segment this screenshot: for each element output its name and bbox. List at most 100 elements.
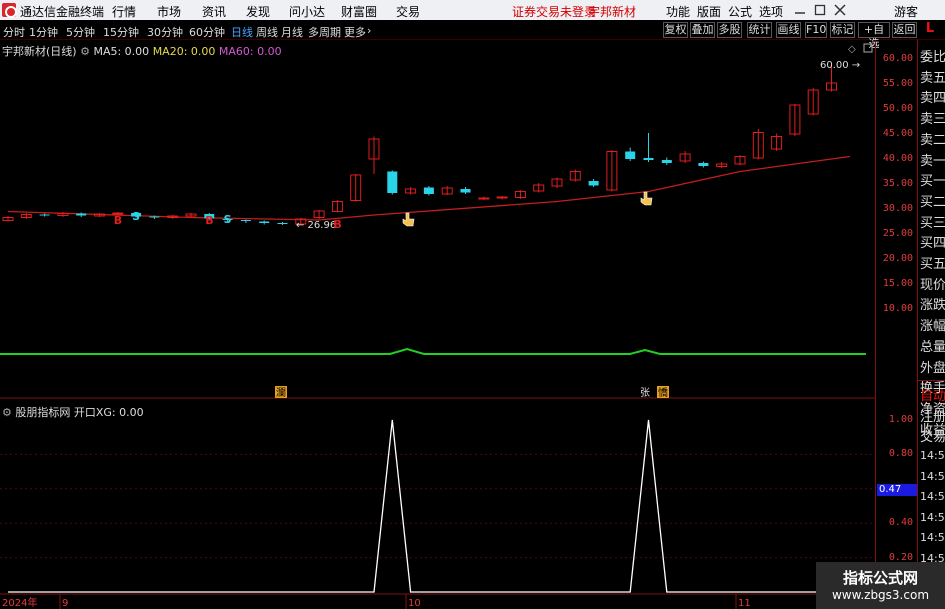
- menu-news[interactable]: 资讯: [202, 3, 226, 20]
- y-tick-label: 0.20: [888, 551, 913, 563]
- ma5-label: MA5: 0.00: [93, 45, 150, 58]
- ma60-label: MA60: 0.00: [218, 45, 282, 58]
- hand-pointer-icon: [402, 212, 415, 227]
- stock-name-title: 宇邦新材: [588, 5, 637, 19]
- watermark-title: 指标公式网: [842, 569, 918, 587]
- tab-60min[interactable]: 60分钟: [189, 24, 225, 40]
- x-label-month: 10: [408, 598, 421, 609]
- buy-marker: B: [205, 214, 213, 227]
- x-label-year: 2024年: [2, 596, 37, 609]
- candle-down: [643, 158, 654, 160]
- candle-down: [387, 171, 398, 193]
- current-value-tag: 0.47: [877, 484, 917, 496]
- signal-marker: 憍: [658, 386, 668, 399]
- btn-add-watch[interactable]: +自选: [858, 22, 890, 50]
- quote-field-label: 涨幅: [920, 319, 945, 335]
- menu-options[interactable]: 选项: [759, 3, 783, 20]
- candle-down: [661, 160, 672, 163]
- main-chart-title: 宇邦新材(日线) ⚙ MA5: 0.00 MA20: 0.00 MA60: 0.…: [2, 43, 282, 59]
- y-tick-label: 1.00: [888, 414, 913, 425]
- low-price-label: ← 26.96: [296, 220, 336, 231]
- minimize-icon[interactable]: [793, 3, 807, 17]
- menu-quotes[interactable]: 行情: [112, 3, 136, 20]
- tab-15min[interactable]: 15分钟: [103, 24, 139, 40]
- btn-multi-stock[interactable]: 多股: [717, 22, 742, 38]
- btn-adjust[interactable]: 复权: [663, 22, 688, 38]
- tab-more[interactable]: 更多: [344, 24, 366, 40]
- btn-overlay[interactable]: 叠加: [690, 22, 715, 38]
- settings-gear-icon[interactable]: ⚙: [80, 45, 90, 58]
- quote-field-label[interactable]: 交易: [920, 426, 945, 445]
- quote-field-label: 买四: [920, 236, 945, 252]
- candle-down: [149, 216, 160, 218]
- menu-bar: 通达信金融终端 行情 市场 资讯 发现 问小达 财富圈 交易 证券交易未登录 宇…: [0, 0, 945, 20]
- settings-gear-icon[interactable]: ⚙: [2, 406, 12, 419]
- quote-field-label: 买五: [920, 257, 945, 272]
- quote-field-label[interactable]: 注册: [920, 406, 945, 425]
- btn-f10[interactable]: F10: [805, 22, 827, 38]
- login-notice[interactable]: 证券交易未登录: [512, 3, 596, 20]
- sell-marker: S: [224, 213, 232, 226]
- panel-toggle-button[interactable]: L: [922, 21, 938, 39]
- quote-field-label: 买一: [920, 174, 945, 190]
- candle-down: [625, 151, 636, 159]
- chevron-right-icon[interactable]: ›: [367, 24, 371, 37]
- period-toolbar: 分时 1分钟 5分钟 15分钟 30分钟 60分钟 日线 周线 月线 多周期 更…: [0, 20, 945, 50]
- candle-down: [460, 189, 471, 193]
- watermark-url: www.zbgs3.com: [831, 588, 930, 602]
- candle-down: [76, 213, 87, 216]
- tab-monthly[interactable]: 月线: [281, 24, 303, 40]
- chart-area[interactable]: 60.00 →← 26.96B S B S B瀾张憍2024年 9 10 11◇: [0, 40, 875, 609]
- tab-daily[interactable]: 日线: [231, 24, 253, 40]
- buy-marker: B: [114, 214, 122, 227]
- quote-field-label: 总量: [920, 339, 945, 355]
- btn-back[interactable]: 返回: [892, 22, 917, 38]
- btn-draw[interactable]: 画线: [776, 22, 801, 38]
- quote-field-label: 现价: [920, 277, 945, 293]
- tab-1min[interactable]: 1分钟: [29, 24, 58, 40]
- tab-30min[interactable]: 30分钟: [147, 24, 183, 40]
- diamond-icon: ◇: [848, 44, 856, 55]
- app-logo-icon: [2, 3, 17, 18]
- quote-field-label[interactable]: 自动: [920, 385, 945, 404]
- menu-function[interactable]: 功能: [666, 3, 690, 20]
- quote-field-label: 涨跌: [920, 298, 945, 314]
- y-tick-label: 55.00: [882, 78, 913, 89]
- app-title: 通达信金融终端: [20, 5, 105, 19]
- tick-time: 14:56: [920, 449, 945, 462]
- y-tick-label: 25.00: [882, 228, 913, 239]
- buy-marker: B: [333, 218, 341, 231]
- x-label-month: 9: [62, 598, 68, 609]
- quote-field-label: 委比: [920, 50, 945, 65]
- btn-stats[interactable]: 统计: [747, 22, 772, 38]
- stock-period-title: 宇邦新材(日线): [2, 45, 77, 58]
- y-tick-label: 60.00: [882, 53, 913, 64]
- signal-marker: 张: [640, 387, 650, 399]
- menu-formula[interactable]: 公式: [728, 3, 752, 20]
- menu-discover[interactable]: 发现: [246, 3, 270, 20]
- high-price-label: 60.00 →: [820, 60, 860, 71]
- indicator-title: ⚙ 股朋指标网 开口XG: 0.00: [2, 404, 144, 420]
- quote-field-label: 卖二: [920, 132, 945, 148]
- quote-panel: 委比 卖五 卖四 卖三 卖二 卖一 买一 买二 买三 买四 买五 现价 涨跌 涨幅 总量 外盘 换手 净资 收益 自动…: [917, 40, 945, 609]
- tab-weekly[interactable]: 周线: [256, 24, 278, 40]
- tab-5min[interactable]: 5分钟: [66, 24, 95, 40]
- menu-market[interactable]: 市场: [157, 3, 181, 20]
- menu-layout[interactable]: 版面: [697, 3, 721, 20]
- y-tick-label: 30.00: [882, 203, 913, 214]
- tab-multi[interactable]: 多周期: [308, 24, 341, 40]
- candle-down: [277, 223, 288, 224]
- maximize-icon[interactable]: [813, 3, 827, 17]
- user-guest[interactable]: 游客: [894, 3, 918, 20]
- menu-trade[interactable]: 交易: [396, 3, 420, 20]
- y-tick-label: 35.00: [882, 178, 913, 189]
- close-icon[interactable]: [833, 3, 847, 17]
- candle-up: [496, 196, 508, 199]
- menu-wealth[interactable]: 财富圈: [341, 3, 377, 20]
- tab-timeshare[interactable]: 分时: [3, 24, 25, 40]
- indicator-line: [8, 419, 832, 593]
- menu-ask[interactable]: 问小达: [289, 3, 325, 20]
- btn-mark[interactable]: 标记: [830, 22, 855, 38]
- terminal-window: 通达信金融终端 行情 市场 资讯 发现 问小达 财富圈 交易 证券交易未登录 宇…: [0, 0, 945, 609]
- signal-line: [0, 347, 866, 355]
